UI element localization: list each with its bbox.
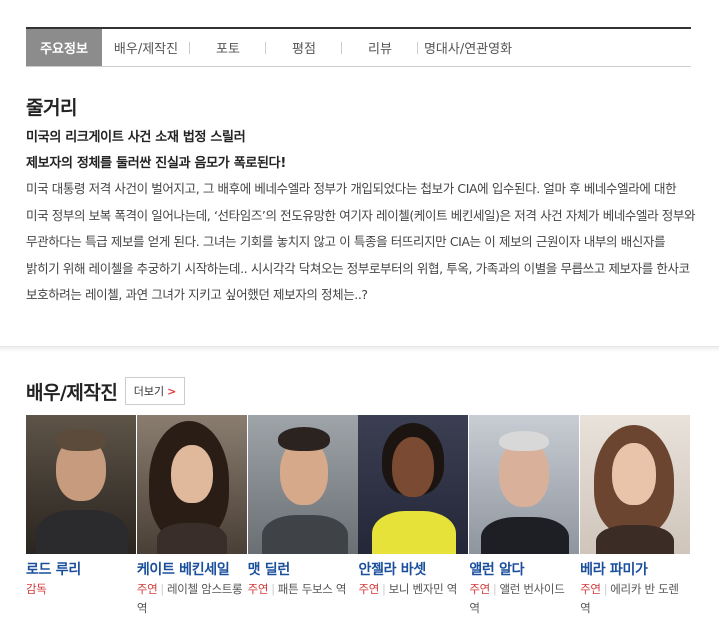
chevron-right-icon: >: [167, 384, 177, 398]
tab-label: 평점: [292, 42, 316, 57]
role-separator: |: [603, 582, 608, 596]
synopsis-title: 줄거리: [26, 97, 77, 119]
tab-photo[interactable]: 포토: [190, 29, 266, 66]
cast-name[interactable]: 로드 루리: [26, 559, 134, 579]
role-type: 주연: [136, 582, 158, 596]
cast-name[interactable]: 케이트 베킨세일: [137, 559, 245, 579]
tab-review[interactable]: 리뷰: [342, 29, 418, 66]
cast-name[interactable]: 안젤라 바셋: [358, 559, 466, 579]
tab-cast-crew[interactable]: 배우/제작진: [102, 29, 190, 66]
cast-card[interactable]: 앨런 알다 주연 | 앨런 번사이드 역: [469, 415, 580, 631]
role-type: 감독: [26, 582, 47, 596]
role-separator: |: [271, 582, 275, 596]
cast-role: 주연 | 에리카 반 도렌 역: [580, 580, 688, 618]
cast-photo[interactable]: [469, 415, 580, 554]
cast-photo[interactable]: [247, 415, 358, 554]
cast-role: 주연 | 보니 벤자민 역: [358, 580, 466, 599]
role-separator: |: [492, 582, 497, 596]
tab-quotes-related[interactable]: 명대사/연관영화: [418, 29, 518, 66]
cast-photo[interactable]: [136, 415, 247, 554]
role-type: 주연: [247, 582, 269, 596]
cast-role: 주연 | 레이첼 암스트롱 역: [137, 580, 245, 618]
cast-name[interactable]: 앨런 알다: [469, 559, 577, 579]
role-type: 주연: [580, 582, 601, 596]
more-button-label: 더보기: [133, 385, 165, 398]
cast-role: 주연 | 앨런 번사이드 역: [469, 580, 577, 618]
section-divider: [0, 346, 719, 352]
tab-label: 배우/제작진: [113, 42, 179, 57]
cast-role: 감독: [26, 580, 134, 599]
cast-name[interactable]: 맷 딜런: [248, 559, 356, 579]
tab-rating[interactable]: 평점: [266, 29, 342, 66]
cast-photo[interactable]: [580, 415, 691, 554]
role-separator: |: [382, 582, 386, 596]
tab-label: 리뷰: [368, 42, 392, 57]
tab-label: 주요정보: [40, 42, 88, 57]
tab-main-info[interactable]: 주요정보: [26, 29, 102, 66]
cast-photo[interactable]: [358, 415, 469, 554]
cast-section-title: 배우/제작진: [26, 382, 118, 404]
role-name: 패튼 두보스 역: [277, 582, 347, 596]
tab-bar: 주요정보 배우/제작진 포토 평점 리뷰 명대사/연관영화: [26, 27, 691, 67]
cast-role: 주연 | 패튼 두보스 역: [248, 580, 356, 599]
cast-card[interactable]: 베라 파미가 주연 | 에리카 반 도렌 역: [580, 415, 691, 631]
synopsis-subtitle: 미국의 리크게이트 사건 소재 법정 스릴러: [26, 130, 246, 145]
synopsis-body: 미국 대통령 저격 사건이 벌어지고, 그 배후에 베네수엘라 정부가 개입되었…: [26, 181, 696, 302]
cast-card[interactable]: 케이트 베킨세일 주연 | 레이첼 암스트롱 역: [136, 415, 248, 631]
cast-card[interactable]: 안젤라 바셋 주연 | 보니 벤자민 역: [358, 415, 469, 631]
cast-photo[interactable]: [26, 415, 136, 554]
role-separator: |: [160, 582, 164, 596]
synopsis-tagline: 제보자의 정체를 둘러싼 진실과 음모가 폭로된다!: [26, 156, 286, 171]
role-type: 주연: [469, 582, 490, 596]
cast-card[interactable]: 로드 루리 감독: [26, 415, 137, 631]
cast-list: 로드 루리 감독 케이트 베킨세일 주연 | 레이첼 암스트롱 역 맷 딜런 주연 |…: [26, 415, 691, 631]
cast-name[interactable]: 베라 파미가: [580, 559, 688, 579]
tab-label: 포토: [216, 42, 240, 57]
role-type: 주연: [358, 582, 380, 596]
role-name: 보니 벤자민 역: [388, 582, 458, 596]
tab-label: 명대사/연관영화: [423, 42, 513, 57]
more-button[interactable]: 더보기 >: [125, 377, 185, 405]
cast-card[interactable]: 맷 딜런 주연 | 패튼 두보스 역: [247, 415, 359, 631]
